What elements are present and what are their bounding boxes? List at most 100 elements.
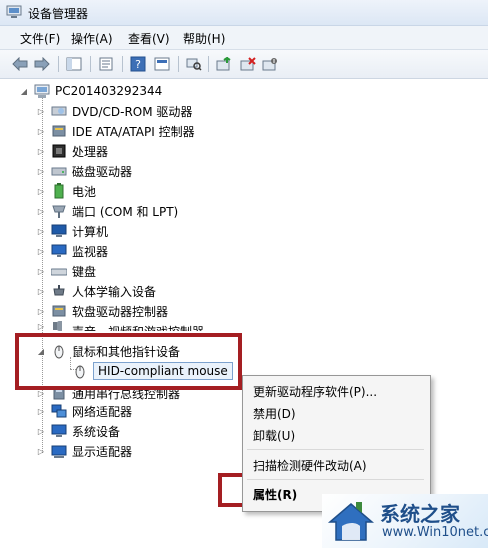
- collapse-icon[interactable]: ◢: [20, 87, 28, 96]
- tree-item-label: 端口 (COM 和 LPT): [72, 204, 179, 219]
- uninstall-icon[interactable]: [238, 54, 258, 74]
- tree-item-label: 显示适配器: [72, 444, 133, 459]
- disable-device-icon[interactable]: [260, 54, 280, 74]
- tree-item-sound[interactable]: ▷ 声音、视频和游戏控制器: [37, 321, 204, 331]
- expand-icon[interactable]: ▷: [37, 267, 45, 276]
- battery-icon: [51, 183, 67, 199]
- properties-sheet-icon[interactable]: [96, 54, 116, 74]
- tree-item-display[interactable]: ▷ 显示适配器: [37, 441, 132, 461]
- tree-item-label: 处理器: [72, 144, 109, 159]
- ide-controller-icon: [51, 123, 67, 139]
- computer-icon: [51, 223, 67, 239]
- ctx-properties[interactable]: 属性(R): [253, 486, 297, 503]
- view-icon[interactable]: [152, 54, 172, 74]
- tree-item-label: 声音、视频和游戏控制器: [72, 323, 204, 332]
- network-adapter-icon: [51, 403, 67, 419]
- toolbar-separator: [178, 56, 179, 72]
- tree-item-label: 键盘: [72, 264, 97, 279]
- menu-separator: [247, 479, 424, 480]
- hid-icon: [51, 283, 67, 299]
- processor-icon: [51, 143, 67, 159]
- back-arrow-icon[interactable]: [10, 54, 30, 74]
- ctx-disable[interactable]: 禁用(D): [253, 405, 296, 422]
- expand-icon[interactable]: ▷: [37, 187, 45, 196]
- context-menu: 更新驱动程序软件(P)... 禁用(D) 卸载(U) 扫描检测硬件改动(A) 属…: [242, 375, 431, 512]
- watermark-title: 系统之家: [380, 502, 460, 526]
- tree-item-keyboard[interactable]: ▷ 键盘: [37, 261, 96, 281]
- ctx-scan-hardware[interactable]: 扫描检测硬件改动(A): [253, 457, 367, 474]
- tree-item-port[interactable]: ▷ 端口 (COM 和 LPT): [37, 201, 178, 221]
- expand-icon[interactable]: ▷: [37, 247, 45, 256]
- computer-icon: [34, 83, 50, 99]
- expand-icon[interactable]: ▷: [37, 389, 45, 398]
- tree-item-computer[interactable]: ▷ 计算机: [37, 221, 108, 241]
- tree-item-label: 网络适配器: [72, 404, 133, 419]
- toolbar-separator: [208, 56, 209, 72]
- tree-item-label: DVD/CD-ROM 驱动器: [72, 104, 193, 119]
- tree-item-label: 系统设备: [72, 424, 121, 439]
- svg-text:?: ?: [135, 58, 141, 71]
- menu-file[interactable]: 文件(F): [20, 30, 60, 47]
- tree-item-hid[interactable]: ▷ 人体学输入设备: [37, 281, 156, 301]
- display-adapter-icon: [51, 443, 67, 459]
- menu-separator: [247, 449, 424, 450]
- tree-item-label: 监视器: [72, 244, 109, 259]
- expand-icon[interactable]: ▷: [37, 147, 45, 156]
- toolbar-separator: [122, 56, 123, 72]
- device-manager-icon: [6, 5, 22, 19]
- tree-item-disk[interactable]: ▷ 磁盘驱动器: [37, 161, 132, 181]
- scan-hardware-icon[interactable]: [184, 54, 204, 74]
- tree-root[interactable]: ◢ PC201403292344: [20, 81, 162, 101]
- tree-root-label: PC201403292344: [55, 84, 163, 98]
- tree-item-label: 计算机: [72, 224, 109, 239]
- tree-item-dvd[interactable]: ▷ DVD/CD-ROM 驱动器: [37, 101, 193, 121]
- toolbar-separator: [90, 56, 91, 72]
- expand-icon[interactable]: ▷: [37, 427, 45, 436]
- toolbar: ?: [0, 50, 488, 79]
- menu-help[interactable]: 帮助(H): [183, 30, 225, 47]
- window-title: 设备管理器: [28, 7, 89, 21]
- tree-item-label: IDE ATA/ATAPI 控制器: [72, 124, 195, 139]
- expand-icon[interactable]: ▷: [37, 322, 45, 331]
- keyboard-icon: [51, 263, 67, 279]
- tree-item-floppy[interactable]: ▷ 软盘驱动器控制器: [37, 301, 168, 321]
- tree-item-ide[interactable]: ▷ IDE ATA/ATAPI 控制器: [37, 121, 195, 141]
- tree-item-network[interactable]: ▷ 网络适配器: [37, 401, 132, 421]
- house-logo-icon: [326, 500, 376, 547]
- expand-icon[interactable]: ▷: [37, 207, 45, 216]
- expand-icon[interactable]: ▷: [37, 447, 45, 456]
- menu-action[interactable]: 操作(A): [71, 30, 113, 47]
- tree-item-label: 磁盘驱动器: [72, 164, 133, 179]
- help-icon[interactable]: ?: [128, 54, 148, 74]
- expand-icon[interactable]: ▷: [37, 107, 45, 116]
- highlight-mouse-category: [15, 333, 242, 390]
- tree-item-system[interactable]: ▷ 系统设备: [37, 421, 120, 441]
- expand-icon[interactable]: ▷: [37, 127, 45, 136]
- monitor-icon: [51, 243, 67, 259]
- toolbar-separator: [58, 56, 59, 72]
- watermark-site: www.Win10net.com: [382, 525, 488, 540]
- tree-item-label: 人体学输入设备: [72, 284, 157, 299]
- expand-icon[interactable]: ▷: [37, 167, 45, 176]
- menu-view[interactable]: 查看(V): [128, 30, 170, 47]
- show-hide-console-tree-icon[interactable]: [64, 54, 84, 74]
- sound-icon: [51, 321, 67, 331]
- ctx-uninstall[interactable]: 卸载(U): [253, 427, 295, 444]
- update-driver-icon[interactable]: [214, 54, 234, 74]
- forward-arrow-icon[interactable]: [32, 54, 52, 74]
- expand-icon[interactable]: ▷: [37, 407, 45, 416]
- floppy-controller-icon: [51, 303, 67, 319]
- expand-icon[interactable]: ▷: [37, 227, 45, 236]
- menu-bar: 文件(F) 操作(A) 查看(V) 帮助(H): [0, 26, 488, 50]
- title-bar: 设备管理器: [0, 0, 488, 26]
- dvd-drive-icon: [51, 103, 67, 119]
- port-icon: [51, 203, 67, 219]
- disk-drive-icon: [51, 163, 67, 179]
- expand-icon[interactable]: ▷: [37, 287, 45, 296]
- expand-icon[interactable]: ▷: [37, 307, 45, 316]
- system-device-icon: [51, 423, 67, 439]
- tree-item-processor[interactable]: ▷ 处理器: [37, 141, 108, 161]
- tree-item-monitor[interactable]: ▷ 监视器: [37, 241, 108, 261]
- tree-item-battery[interactable]: ▷ 电池: [37, 181, 96, 201]
- ctx-update-driver[interactable]: 更新驱动程序软件(P)...: [253, 383, 377, 400]
